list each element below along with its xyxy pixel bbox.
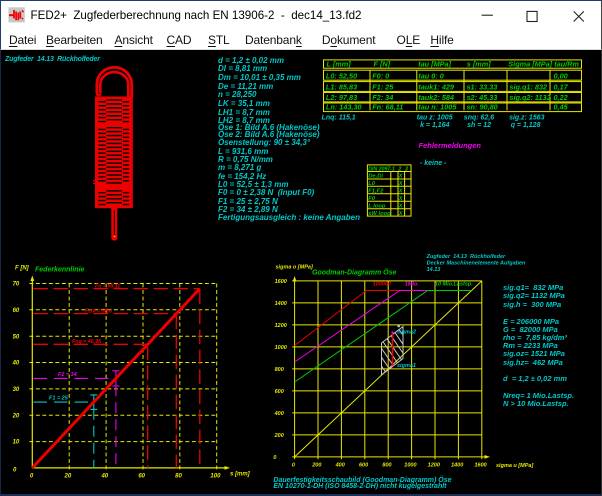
svg-text:tauk2: 584: tauk2: 584 — [418, 93, 454, 102]
svg-text:1400: 1400 — [275, 301, 287, 307]
svg-text:14.13: 14.13 — [427, 267, 441, 273]
svg-text:DIN 2097-1: DIN 2097-1 — [368, 167, 395, 173]
svg-text:F2: 34: F2: 34 — [372, 93, 393, 102]
svg-text:80: 80 — [175, 474, 182, 480]
svg-text:30: 30 — [13, 387, 20, 393]
svg-text:F0: 0: F0: 0 — [372, 71, 389, 80]
svg-text:sigma u [MPa]: sigma u [MPa] — [496, 463, 533, 469]
svg-text:10 Mio.Lastsp.: 10 Mio.Lastsp. — [435, 281, 473, 287]
svg-text:10: 10 — [13, 440, 20, 446]
svg-text:60: 60 — [138, 474, 145, 480]
svg-text:sh = 12: sh = 12 — [467, 122, 491, 129]
svg-text:200: 200 — [311, 462, 321, 468]
svg-text:sigma2: sigma2 — [397, 330, 416, 336]
svg-text:Goodman-Diagramm Öse: Goodman-Diagramm Öse — [312, 268, 397, 277]
svg-text:s2: 45,33: s2: 45,33 — [467, 93, 498, 102]
svg-text:600: 600 — [359, 462, 368, 468]
svg-text:1000: 1000 — [275, 345, 287, 351]
svg-text:Zugfeder 14.13 Rückholfeder: Zugfeder 14.13 Rückholfeder — [426, 254, 506, 260]
svg-text:F1: 25: F1: 25 — [372, 83, 394, 92]
svg-text:1400: 1400 — [451, 462, 463, 468]
svg-text:600: 600 — [275, 389, 284, 395]
svg-text:sigma o [MPa]: sigma o [MPa] — [276, 264, 313, 270]
svg-text:60: 60 — [13, 308, 20, 314]
svg-text:tauk1: 429: tauk1: 429 — [418, 83, 455, 92]
svg-text:snq: 62,6: snq: 62,6 — [464, 114, 494, 121]
svg-text:k = 1,164: k = 1,164 — [420, 122, 449, 129]
svg-text:0,45: 0,45 — [554, 102, 569, 111]
svg-text:Lnq: 115,1: Lnq: 115,1 — [322, 114, 356, 121]
svg-text:1000: 1000 — [404, 462, 416, 468]
svg-text:sig.z: 1563: sig.z: 1563 — [509, 114, 545, 121]
svg-text:40: 40 — [100, 474, 108, 480]
svg-text:0: 0 — [13, 467, 17, 473]
svg-text:50: 50 — [13, 334, 20, 340]
svg-text:400: 400 — [335, 462, 345, 468]
svg-text:0,00: 0,00 — [554, 71, 568, 80]
svg-text:L loop: L loop — [368, 203, 386, 209]
svg-text:F1 = 25: F1 = 25 — [49, 396, 69, 402]
svg-text:Fn: 68,11: Fn: 68,11 — [372, 102, 403, 111]
svg-text:Ln: 143,30: Ln: 143,30 — [326, 102, 362, 111]
svg-text:40: 40 — [12, 361, 20, 367]
svg-text:F [N]: F [N] — [15, 266, 30, 272]
svg-text:s [mm]: s [mm] — [467, 60, 491, 69]
svg-text:tau z: 1005: tau z: 1005 — [417, 114, 453, 121]
svg-text:L0: 52,50: L0: 52,50 — [326, 71, 357, 80]
svg-text:L [mm]: L [mm] — [327, 60, 352, 69]
svg-text:s1: 33,33: s1: 33,33 — [467, 83, 498, 92]
svg-text:1Mio.: 1Mio. — [405, 281, 420, 287]
svg-text:sW loop: sW loop — [368, 211, 391, 217]
svg-text:q = 1,128: q = 1,128 — [511, 122, 541, 129]
svg-text:0: 0 — [30, 474, 34, 480]
svg-text:Sigma [MPa]: Sigma [MPa] — [508, 60, 552, 69]
svg-text:1600: 1600 — [474, 462, 486, 468]
svg-text:1600: 1600 — [275, 279, 287, 285]
svg-text:800: 800 — [382, 462, 391, 468]
svg-text:L0: L0 — [368, 181, 376, 187]
svg-text:tau [MPa]: tau [MPa] — [418, 60, 451, 69]
svg-text:sigma1: sigma1 — [397, 363, 416, 369]
svg-text:F1,F2: F1,F2 — [368, 188, 384, 194]
svg-text:1200: 1200 — [428, 462, 440, 468]
svg-text:400: 400 — [274, 411, 284, 417]
svg-text:70: 70 — [13, 282, 20, 288]
svg-text:0: 0 — [292, 462, 295, 468]
svg-text:tau/Rm: tau/Rm — [554, 60, 579, 69]
svg-text:Federkennlinie: Federkennlinie — [35, 267, 85, 274]
svg-text:0: 0 — [273, 455, 276, 461]
svg-text:Fnq = 46,95: Fnq = 46,95 — [72, 339, 102, 345]
svg-text:sig.q2: 1132: sig.q2: 1132 — [509, 93, 550, 102]
svg-text:20: 20 — [64, 474, 72, 480]
svg-text:100: 100 — [210, 474, 221, 480]
svg-text:sn: 90,80: sn: 90,80 — [467, 102, 498, 111]
svg-text:100000: 100000 — [373, 281, 391, 287]
svg-text:0,22: 0,22 — [554, 93, 568, 102]
svg-text:0,17: 0,17 — [554, 83, 569, 92]
svg-text:s [mm]: s [mm] — [230, 472, 251, 478]
svg-text:tau 0: 0: tau 0: 0 — [418, 71, 444, 80]
svg-text:1200: 1200 — [275, 323, 287, 329]
svg-text:Fzul = 58,6: Fzul = 58,6 — [85, 308, 112, 314]
svg-text:F2 = 34: F2 = 34 — [58, 372, 77, 378]
svg-text:800: 800 — [275, 367, 284, 373]
svg-text:L1: 85,83: L1: 85,83 — [326, 83, 357, 92]
svg-text:20: 20 — [12, 413, 20, 419]
svg-text:De,Di: De,Di — [368, 174, 383, 180]
svg-text:L2: 97,83: L2: 97,83 — [326, 93, 357, 102]
svg-text:tau n: 1005: tau n: 1005 — [418, 102, 457, 111]
svg-text:Decker Maschinenelemente Aufga: Decker Maschinenelemente Aufgaben — [427, 261, 526, 267]
svg-text:sig.q1: 832: sig.q1: 832 — [509, 83, 547, 92]
svg-text:Fn = 68,11: Fn = 68,11 — [95, 283, 120, 289]
svg-text:F [N]: F [N] — [374, 60, 391, 69]
svg-text:F0: F0 — [368, 196, 376, 202]
svg-text:200: 200 — [274, 433, 284, 439]
